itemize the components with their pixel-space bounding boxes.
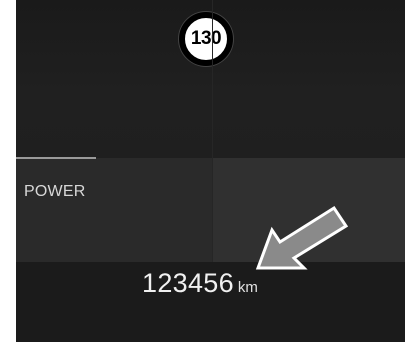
odometer: 123456 km	[142, 268, 258, 299]
speed-limit-sign-icon: 130	[179, 12, 233, 66]
power-label: POWER	[24, 183, 86, 200]
speed-limit-value: 130	[190, 28, 222, 49]
odometer-unit: km	[237, 279, 258, 296]
power-gauge-left-area	[16, 158, 212, 262]
center-divider	[212, 0, 213, 262]
power-gauge-indicator-line	[16, 157, 96, 159]
instrument-cluster-display: 130 POWER 123456 km	[16, 0, 405, 342]
pointer-arrow-icon	[255, 205, 349, 270]
odometer-value: 123456	[142, 268, 234, 298]
